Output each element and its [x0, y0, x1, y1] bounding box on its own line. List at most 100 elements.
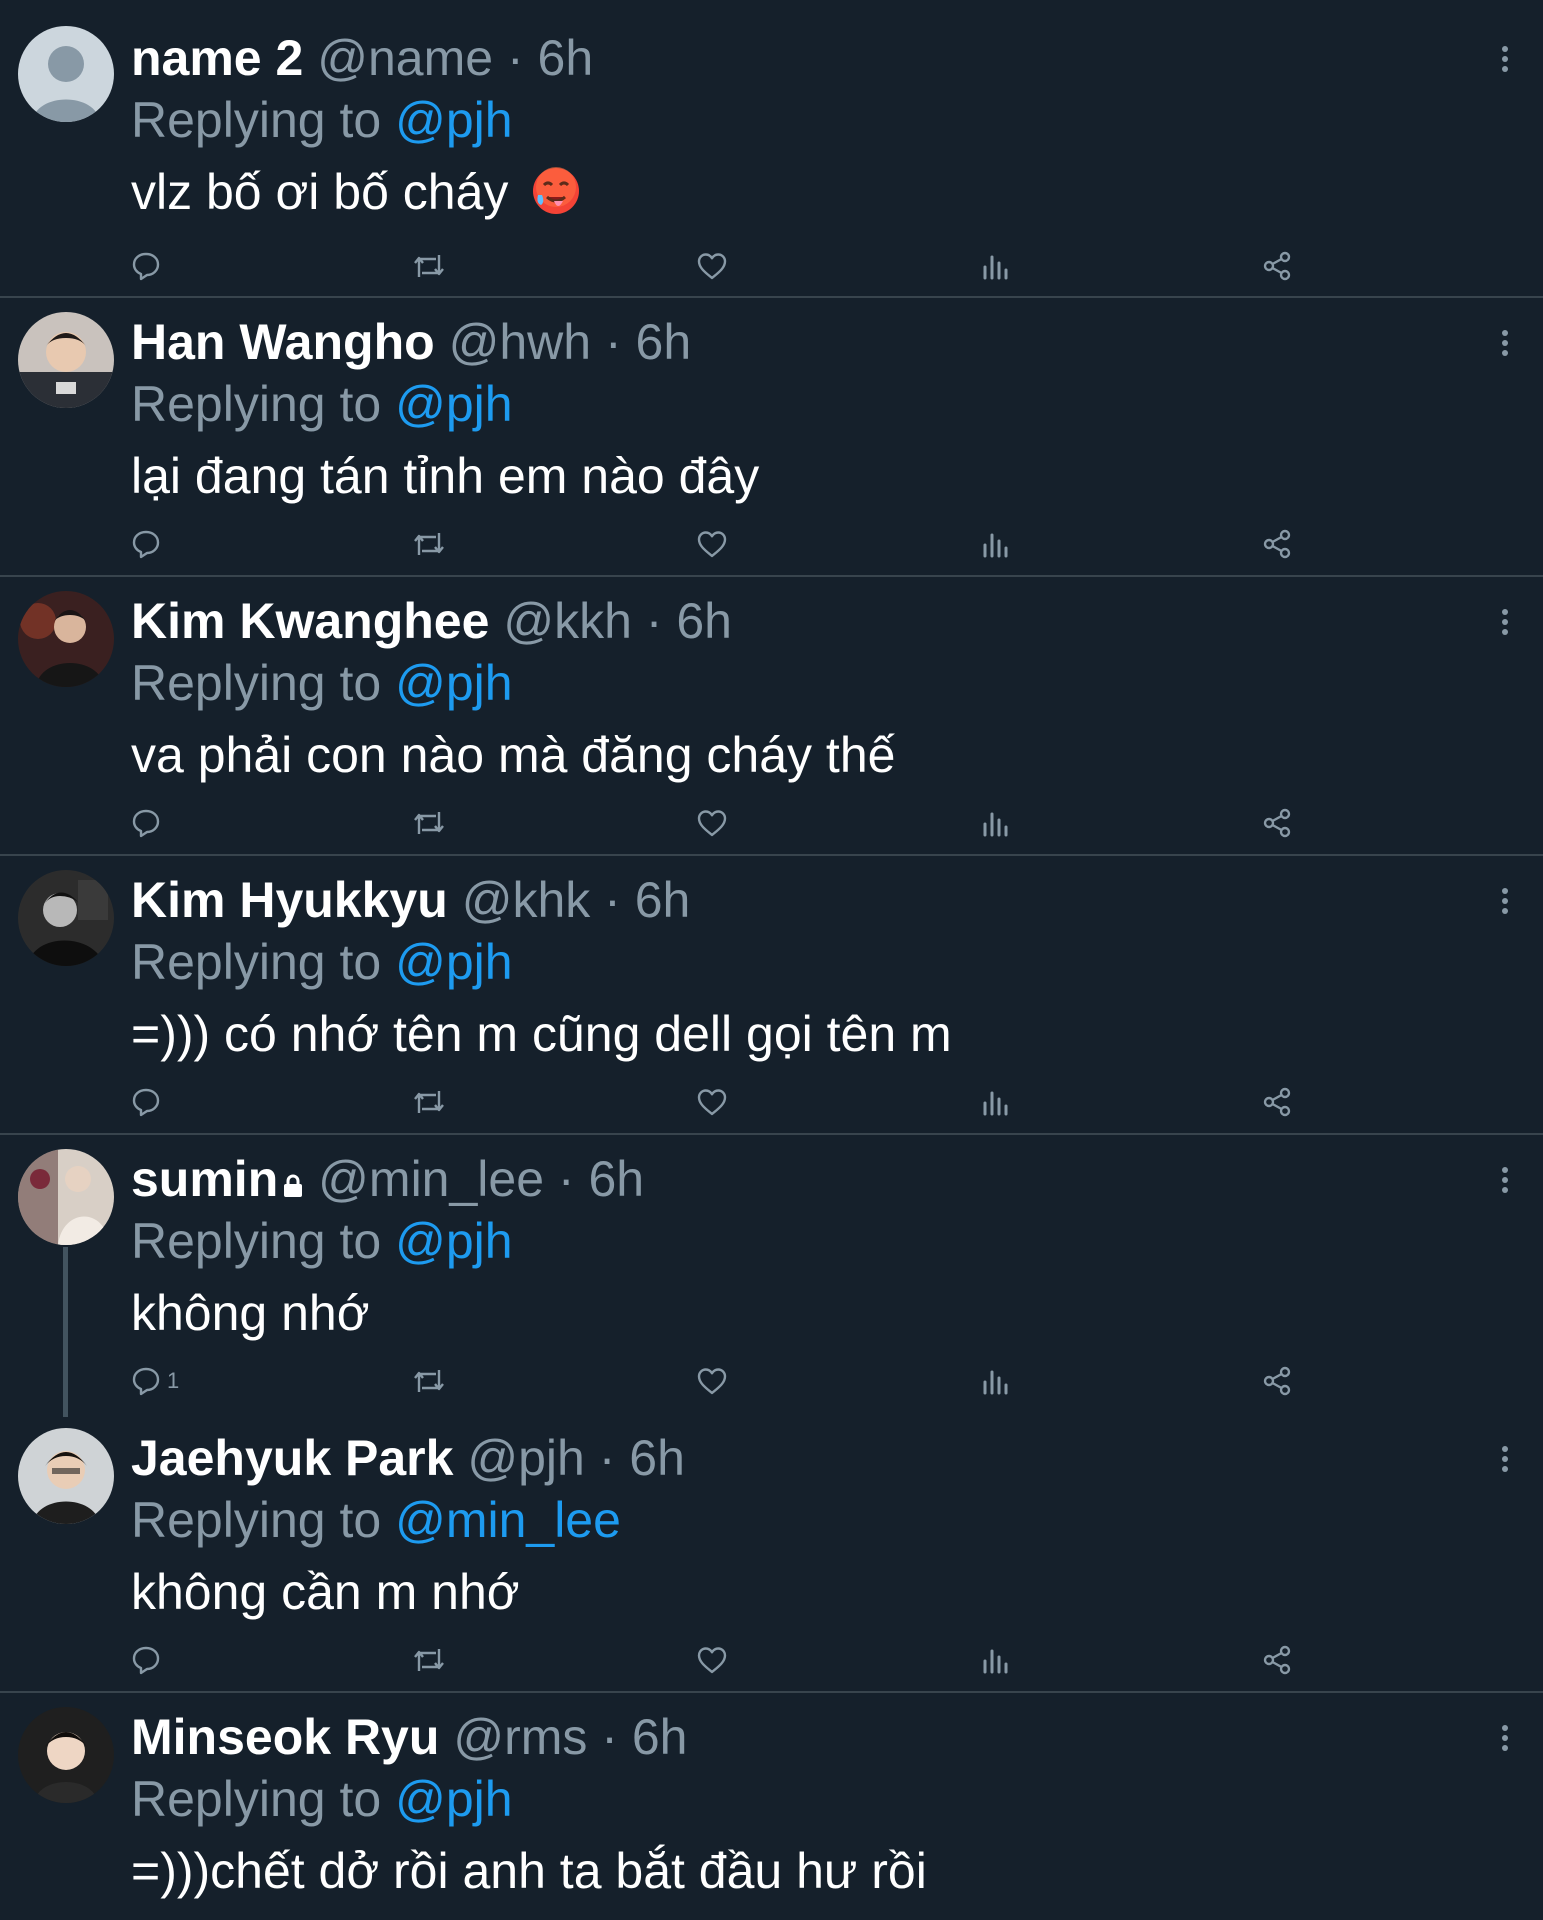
avatar[interactable]	[18, 591, 114, 687]
share-icon	[1262, 1087, 1292, 1117]
like-button[interactable]	[696, 1640, 728, 1680]
retweet-button[interactable]	[412, 803, 446, 843]
display-name[interactable]: Minseok Ryu	[131, 1709, 439, 1765]
display-name[interactable]: sumin	[131, 1151, 278, 1207]
timestamp[interactable]: 6h	[588, 1151, 644, 1207]
tweet-item[interactable]: sumin @min_lee · 6h Replying to @pjh khô…	[0, 1135, 1543, 1417]
separator-dot: ·	[557, 1151, 575, 1207]
tweet-text: =))) có nhớ tên m cũng dell gọi tên m	[131, 1006, 952, 1062]
retweet-button[interactable]	[412, 1361, 446, 1401]
share-button[interactable]	[1262, 246, 1292, 286]
retweet-icon	[412, 1366, 446, 1396]
display-name[interactable]: Kim Hyukkyu	[131, 872, 448, 928]
separator-dot: ·	[506, 30, 524, 86]
timestamp[interactable]: 6h	[629, 1430, 685, 1486]
views-button[interactable]	[980, 803, 1010, 843]
retweet-button[interactable]	[412, 1082, 446, 1122]
replying-to-mention[interactable]: @pjh	[395, 92, 512, 148]
like-button[interactable]	[696, 524, 728, 564]
reply-icon	[131, 808, 161, 838]
avatar[interactable]	[18, 1428, 114, 1524]
user-handle[interactable]: @hwh	[449, 314, 591, 370]
replying-to-mention[interactable]: @pjh	[395, 655, 512, 711]
replying-to-mention[interactable]: @pjh	[395, 934, 512, 990]
user-handle[interactable]: @name	[317, 30, 493, 86]
more-icon[interactable]	[1499, 1723, 1511, 1753]
user-handle[interactable]: @min_lee	[318, 1151, 544, 1207]
more-icon[interactable]	[1499, 607, 1511, 637]
timestamp[interactable]: 6h	[636, 314, 692, 370]
tweet-actions	[0, 1082, 1543, 1122]
separator-dot: ·	[604, 314, 622, 370]
user-handle[interactable]: @kkh	[503, 593, 632, 649]
tweet-item[interactable]: Kim Hyukkyu @khk · 6h Replying to @pjh =…	[0, 856, 1543, 1135]
views-button[interactable]	[980, 1640, 1010, 1680]
share-button[interactable]	[1262, 803, 1292, 843]
views-button[interactable]	[980, 1361, 1010, 1401]
tweet-item[interactable]: Han Wangho @hwh · 6h Replying to @pjh lạ…	[0, 298, 1543, 577]
reply-button[interactable]	[131, 246, 167, 286]
user-handle[interactable]: @khk	[462, 872, 591, 928]
tweet-item[interactable]: Jaehyuk Park @pjh · 6h Replying to @min_…	[0, 1414, 1543, 1693]
replying-to-mention[interactable]: @pjh	[395, 1213, 512, 1269]
retweet-button[interactable]	[412, 1640, 446, 1680]
user-handle[interactable]: @rms	[453, 1709, 587, 1765]
tweet-text-line: vlz bố ơi bố cháy	[131, 160, 582, 232]
retweet-button[interactable]	[412, 246, 446, 286]
like-button[interactable]	[696, 1361, 728, 1401]
display-name[interactable]: Kim Kwanghee	[131, 593, 489, 649]
reply-button[interactable]: 1	[131, 1361, 179, 1401]
separator-dot: ·	[604, 872, 621, 928]
views-button[interactable]	[980, 524, 1010, 564]
tweet-item[interactable]: Kim Kwanghee @kkh · 6h Replying to @pjh …	[0, 577, 1543, 856]
timestamp[interactable]: 6h	[676, 593, 732, 649]
tweet-text: va phải con nào mà đăng cháy thế	[131, 727, 896, 783]
tweet-item[interactable]: Minseok Ryu @rms · 6h Replying to @pjh =…	[0, 1693, 1543, 1920]
tweet-item[interactable]: name 2 @name · 6h Replying to @pjh vlz b…	[0, 0, 1543, 298]
replying-to-line: Replying to @pjh	[131, 372, 513, 436]
display-name[interactable]: name 2	[131, 30, 303, 86]
share-button[interactable]	[1262, 1082, 1292, 1122]
share-button[interactable]	[1262, 1361, 1292, 1401]
views-icon	[980, 251, 1010, 281]
avatar[interactable]	[18, 1149, 114, 1245]
reply-button[interactable]	[131, 1640, 167, 1680]
avatar[interactable]	[18, 312, 114, 408]
tweet-actions	[0, 1640, 1543, 1680]
lock-icon	[282, 1174, 304, 1198]
more-icon[interactable]	[1499, 1165, 1511, 1195]
share-button[interactable]	[1262, 1640, 1292, 1680]
reply-button[interactable]	[131, 1082, 167, 1122]
timestamp[interactable]: 6h	[635, 872, 691, 928]
replying-to-mention[interactable]: @pjh	[395, 1771, 512, 1827]
timestamp[interactable]: 6h	[632, 1709, 688, 1765]
share-button[interactable]	[1262, 524, 1292, 564]
share-icon	[1262, 529, 1292, 559]
like-button[interactable]	[696, 246, 728, 286]
more-icon[interactable]	[1499, 44, 1511, 74]
more-icon[interactable]	[1499, 328, 1511, 358]
timestamp[interactable]: 6h	[538, 30, 594, 86]
avatar[interactable]	[18, 26, 114, 122]
like-button[interactable]	[696, 803, 728, 843]
like-button[interactable]	[696, 1082, 728, 1122]
replying-to-mention[interactable]: @pjh	[395, 376, 512, 432]
retweet-icon	[412, 251, 446, 281]
replying-to-mention[interactable]: @min_lee	[395, 1492, 621, 1548]
replying-to-line: Replying to @pjh	[131, 651, 513, 715]
retweet-button[interactable]	[412, 524, 446, 564]
separator-dot: ·	[601, 1709, 618, 1765]
views-icon	[980, 529, 1010, 559]
avatar[interactable]	[18, 1707, 114, 1803]
user-handle[interactable]: @pjh	[467, 1430, 584, 1486]
reply-button[interactable]	[131, 524, 167, 564]
views-button[interactable]	[980, 1082, 1010, 1122]
views-button[interactable]	[980, 246, 1010, 286]
more-icon[interactable]	[1499, 1444, 1511, 1474]
avatar[interactable]	[18, 870, 114, 966]
reply-button[interactable]	[131, 803, 167, 843]
display-name[interactable]: Jaehyuk Park	[131, 1430, 453, 1486]
display-name[interactable]: Han Wangho	[131, 314, 435, 370]
more-icon[interactable]	[1499, 886, 1511, 916]
views-icon	[980, 808, 1010, 838]
